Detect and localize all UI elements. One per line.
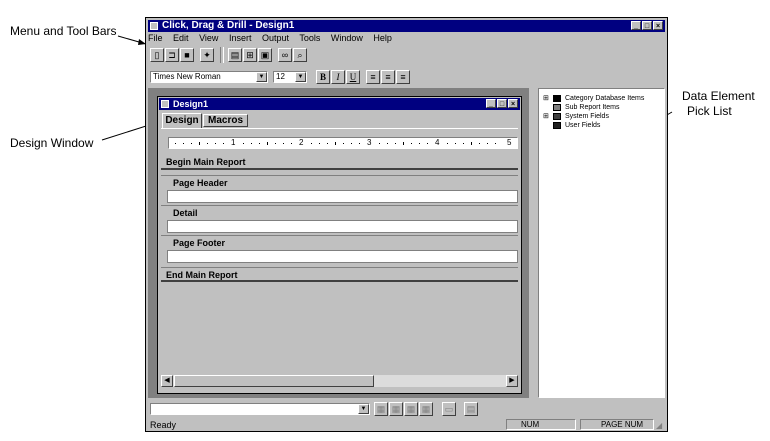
menu-help[interactable]: Help xyxy=(373,33,392,43)
tree-item-sub-report[interactable]: Sub Report Items xyxy=(565,103,619,112)
field-tool-icon[interactable]: ▤ xyxy=(464,402,478,416)
user-fields-icon xyxy=(553,122,561,129)
tab-design[interactable]: Design xyxy=(162,113,202,128)
tab-underline xyxy=(161,128,518,129)
design-view-icon[interactable]: ▤ xyxy=(228,48,242,62)
font-size-value: 12 xyxy=(276,72,285,81)
scroll-left-icon[interactable]: ◀ xyxy=(161,375,173,387)
page-footer-band[interactable]: Page Footer xyxy=(161,235,518,249)
resize-grip-icon[interactable]: ◢ xyxy=(656,421,662,430)
ruler-mark-1: 1 xyxy=(231,138,236,147)
status-page-num: PAGE NUM xyxy=(580,419,654,430)
tree-item-category-database[interactable]: Category Database Items xyxy=(565,94,644,103)
ruler-mark-2: 2 xyxy=(299,138,304,147)
font-name-select[interactable]: Times New Roman ▼ xyxy=(150,71,268,83)
open-icon[interactable]: ⊐ xyxy=(165,48,179,62)
app-icon xyxy=(150,22,158,30)
font-size-select[interactable]: 12 ▼ xyxy=(273,71,307,83)
design-window: Design1 _ □ × Design Macros 1 2 3 4 5 Be… xyxy=(157,96,522,394)
page-footer-area[interactable] xyxy=(167,250,518,263)
minimize-button[interactable]: _ xyxy=(631,21,641,30)
app-titlebar: Click, Drag & Drill - Design1 _ □ × xyxy=(148,20,665,32)
begin-main-report-label: Begin Main Report xyxy=(166,157,246,167)
menu-window[interactable]: Window xyxy=(331,33,363,43)
tree-item-system-fields[interactable]: System Fields xyxy=(565,112,609,121)
status-text: Ready xyxy=(150,420,177,430)
design-window-title: Design1 xyxy=(173,99,209,109)
design-minimize-button[interactable]: _ xyxy=(486,99,496,108)
bottom-select[interactable]: ▼ xyxy=(150,403,370,415)
menu-bar: File Edit View Insert Output Tools Windo… xyxy=(148,33,400,45)
design-window-titlebar: Design1 _ □ × xyxy=(159,98,520,110)
ruler-mark-3: 3 xyxy=(367,138,372,147)
run-icon[interactable]: ✦ xyxy=(200,48,214,62)
app-title: Click, Drag & Drill - Design1 xyxy=(162,20,295,31)
field-tool-icon[interactable]: ▭ xyxy=(442,402,456,416)
underline-button[interactable]: U xyxy=(346,70,360,84)
detail-area[interactable] xyxy=(167,220,518,233)
toolbar-separator xyxy=(220,47,224,63)
design-close-button[interactable]: × xyxy=(508,99,518,108)
scroll-right-icon[interactable]: ▶ xyxy=(506,375,518,387)
chevron-down-icon[interactable]: ▼ xyxy=(256,72,267,82)
page-header-band[interactable]: Page Header xyxy=(161,175,518,189)
system-fields-icon xyxy=(553,113,561,120)
maximize-button[interactable]: □ xyxy=(642,21,652,30)
field-tool-icon[interactable]: ▦ xyxy=(389,402,403,416)
link-icon[interactable]: ∞ xyxy=(278,48,292,62)
ruler: 1 2 3 4 5 xyxy=(168,137,518,149)
scrollbar-thumb[interactable] xyxy=(174,375,374,387)
font-name-value: Times New Roman xyxy=(153,72,221,81)
horizontal-scrollbar[interactable]: ◀ ▶ xyxy=(161,375,518,387)
app-window: Click, Drag & Drill - Design1 _ □ × File… xyxy=(145,17,668,432)
align-left-icon[interactable]: ≡ xyxy=(366,70,380,84)
tree-expand-icon[interactable]: ⊞ xyxy=(543,94,549,103)
close-button[interactable]: × xyxy=(653,21,663,30)
detail-label: Detail xyxy=(173,208,198,218)
end-main-report-band[interactable]: End Main Report xyxy=(161,267,518,282)
database-icon xyxy=(553,95,561,102)
save-icon[interactable]: ■ xyxy=(180,48,194,62)
end-main-report-label: End Main Report xyxy=(166,270,238,280)
menu-output[interactable]: Output xyxy=(262,33,289,43)
menu-edit[interactable]: Edit xyxy=(173,33,189,43)
tab-macros[interactable]: Macros xyxy=(203,114,248,127)
subreport-icon xyxy=(553,104,561,111)
page-header-label: Page Header xyxy=(173,178,228,188)
menu-insert[interactable]: Insert xyxy=(229,33,252,43)
menu-file[interactable]: File xyxy=(148,33,163,43)
ruler-mark-4: 4 xyxy=(435,138,440,147)
document-icon xyxy=(161,100,169,108)
status-num: NUM xyxy=(506,419,576,430)
print-icon[interactable]: ▣ xyxy=(258,48,272,62)
field-tool-icon[interactable]: ▦ xyxy=(374,402,388,416)
ruler-ticks xyxy=(175,142,496,145)
field-tool-icon[interactable]: ▦ xyxy=(404,402,418,416)
chevron-down-icon[interactable]: ▼ xyxy=(295,72,306,82)
chevron-down-icon[interactable]: ▼ xyxy=(358,404,369,414)
menu-view[interactable]: View xyxy=(199,33,218,43)
tree-expand-icon[interactable]: ⊞ xyxy=(543,112,549,121)
page-header-area[interactable] xyxy=(167,190,518,203)
zoom-icon[interactable]: ⌕ xyxy=(293,48,307,62)
new-icon[interactable]: ▯ xyxy=(150,48,164,62)
detail-band[interactable]: Detail xyxy=(161,205,518,219)
field-tool-icon[interactable]: ▦ xyxy=(419,402,433,416)
page-footer-label: Page Footer xyxy=(173,238,226,248)
bold-button[interactable]: B xyxy=(316,70,330,84)
begin-main-report-band[interactable]: Begin Main Report xyxy=(161,155,518,170)
data-element-pick-list: ⊞ Category Database Items Sub Report Ite… xyxy=(538,88,665,398)
menu-tools[interactable]: Tools xyxy=(299,33,320,43)
tree-item-user-fields[interactable]: User Fields xyxy=(565,121,600,130)
design-maximize-button[interactable]: □ xyxy=(497,99,507,108)
italic-button[interactable]: I xyxy=(331,70,345,84)
align-center-icon[interactable]: ≡ xyxy=(381,70,395,84)
align-right-icon[interactable]: ≡ xyxy=(396,70,410,84)
ruler-mark-5: 5 xyxy=(507,138,512,147)
preview-icon[interactable]: ⊞ xyxy=(243,48,257,62)
